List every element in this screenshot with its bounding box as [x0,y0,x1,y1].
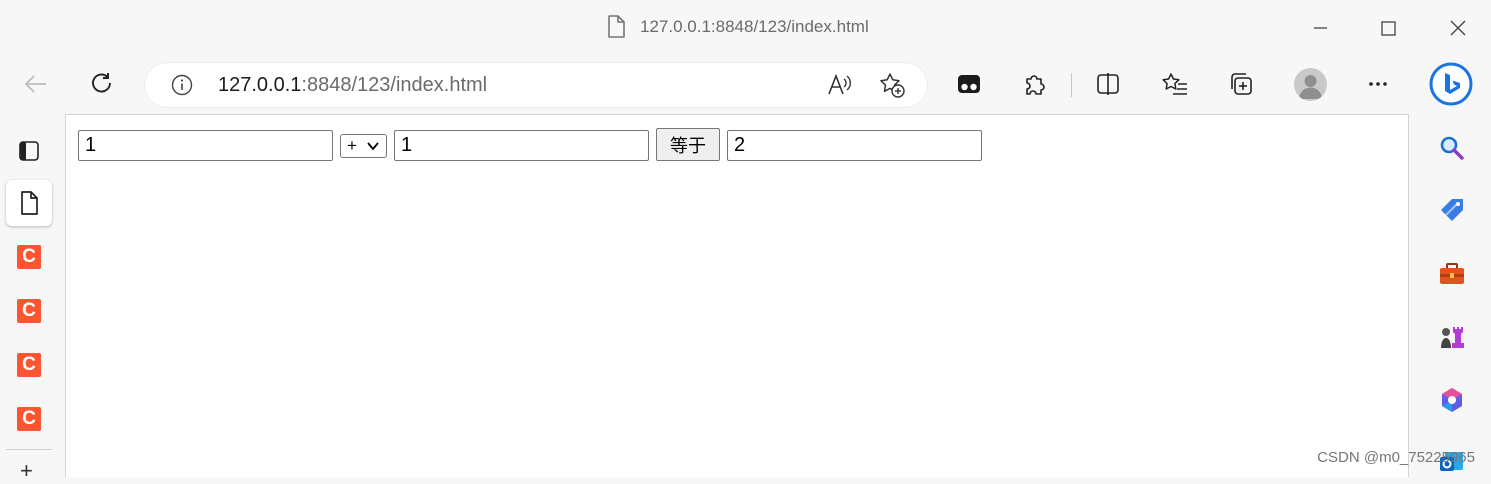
add-favorite-button[interactable] [878,71,906,99]
search-icon [1440,136,1464,160]
back-icon [24,75,46,93]
operand2-input[interactable] [394,130,649,161]
sidebar-tools-button[interactable] [1435,257,1469,291]
tab-actions-icon [958,75,980,93]
sidebar-office-button[interactable] [1435,383,1469,417]
watermark-text: CSDN @m0_75225965 [1317,449,1475,466]
tab-current-page[interactable] [6,180,52,226]
extensions-button[interactable] [1019,68,1051,100]
document-icon [608,15,625,38]
extensions-icon [1026,75,1045,95]
csdn-favicon: C [17,407,41,431]
split-screen-button[interactable] [1092,68,1124,100]
browser-toolbar: 127.0.0.1:8848/123/index.html [0,56,1491,112]
csdn-favicon: C [17,299,41,323]
tab-csdn-2[interactable]: C [6,288,52,334]
url-path: :8848/123/index.html [301,74,488,96]
office-icon [1442,388,1462,412]
tabs-separator [6,449,52,450]
window-title: 127.0.0.1:8848/123/index.html [640,17,869,36]
tab-panel-button[interactable] [6,128,52,174]
vertical-tabs: C C C C + [0,112,62,483]
split-screen-icon [1097,73,1119,95]
refresh-button[interactable] [86,68,118,100]
profile-avatar[interactable] [1294,68,1327,101]
operator-select[interactable]: + [340,134,387,158]
document-tab-icon [21,191,38,215]
sidebar-shopping-button[interactable] [1435,194,1469,228]
tab-actions-button[interactable] [953,68,985,100]
operand1-input[interactable] [78,130,333,161]
csdn-favicon: C [17,245,41,269]
collections-icon [1231,73,1252,95]
tab-csdn-1[interactable]: C [6,234,52,280]
more-button[interactable] [1362,68,1394,100]
tab-csdn-3[interactable]: C [6,342,52,388]
read-aloud-icon [828,73,851,95]
tab-csdn-4[interactable]: C [6,396,52,442]
refresh-icon [92,73,111,93]
bing-icon [1429,62,1473,106]
games-icon [1441,327,1464,348]
read-aloud-button[interactable] [825,71,853,99]
chevron-down-icon [367,142,379,151]
close-icon[interactable] [1444,14,1472,42]
title-bar: 127.0.0.1:8848/123/index.html [0,0,1491,56]
new-tab-button[interactable]: + [20,458,33,484]
sidebar-search-button[interactable] [1435,131,1469,165]
bing-button[interactable] [1429,62,1473,106]
add-favorite-icon [880,73,905,98]
result-input[interactable] [727,130,982,161]
maximize-icon[interactable] [1374,14,1402,42]
operator-value: + [347,136,357,155]
minimize-icon[interactable] [1306,14,1334,42]
back-button[interactable] [20,68,52,100]
favorites-button[interactable] [1159,68,1191,100]
sidebar-games-button[interactable] [1435,320,1469,354]
info-icon[interactable] [171,74,193,96]
page-content: + 等于 [65,114,1409,477]
shopping-tag-icon [1441,199,1463,221]
more-icon [1369,82,1387,86]
collections-button[interactable] [1225,68,1257,100]
csdn-favicon: C [17,353,41,377]
tab-panel-icon [19,141,39,161]
equals-button[interactable]: 等于 [656,128,720,161]
tools-icon [1440,263,1464,284]
person-icon [1299,75,1322,99]
toolbar-separator [1071,73,1072,97]
edge-sidebar [1409,112,1491,476]
url-text[interactable]: 127.0.0.1:8848/123/index.html [218,74,487,97]
address-bar[interactable]: 127.0.0.1:8848/123/index.html [145,63,927,107]
url-host: 127.0.0.1 [218,74,302,96]
favorites-icon [1162,73,1187,95]
